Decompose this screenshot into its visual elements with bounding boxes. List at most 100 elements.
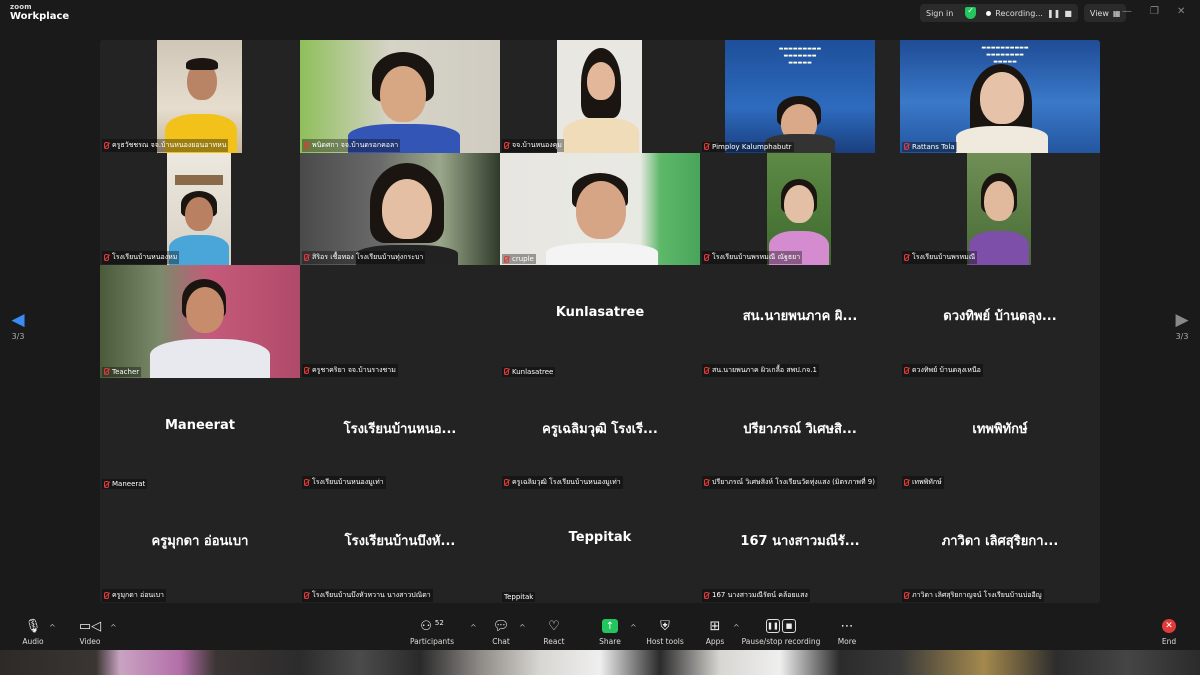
- participant-name: 167 นางสาวมณีรัตน์ คล้อยแสง: [702, 588, 810, 602]
- mic-muted-icon: [304, 141, 309, 149]
- mic-muted-icon: [104, 591, 109, 599]
- left-arrow-icon: ◀: [11, 310, 25, 330]
- logo-line1: zoom: [10, 3, 32, 11]
- participant-video: ▬▬▬▬▬▬▬▬▬ ▬▬▬▬▬▬▬ ▬▬▬▬▬: [725, 40, 875, 153]
- participant-name: Kunlasatree: [502, 366, 556, 377]
- participant-name: โรงเรียนบ้านหนองหม: [102, 251, 180, 265]
- pause-stop-recording-button[interactable]: ❚❚ ■ Pause/stop recording: [741, 617, 821, 646]
- video-label: Video: [79, 637, 101, 646]
- participant-tile[interactable]: โรงเรียนบ้านพรหมณี ณัฐธยา: [700, 152, 900, 266]
- participant-tile[interactable]: เทพพิทักษ์ เทพพิทักษ์: [900, 377, 1100, 491]
- participant-tile[interactable]: ปรียาภรณ์ วิเศษสิ... ปรียาภรณ์ วิเศษสิงห…: [700, 377, 900, 491]
- participant-video: [967, 152, 1031, 266]
- end-x-icon: ✕: [1162, 619, 1176, 633]
- apps-label: Apps: [705, 637, 725, 646]
- participants-icon-wrap: ⚇ 52: [420, 617, 444, 635]
- close-window-icon[interactable]: ✕: [1177, 6, 1185, 17]
- maximize-icon[interactable]: ❐: [1150, 6, 1159, 17]
- participant-name: cruple: [502, 254, 536, 265]
- participant-tile[interactable]: ครูมุกดา อ่อนเบา ครูมุกดา อ่อนเบา: [100, 490, 300, 603]
- participant-display-name: ดวงทิพย์ บ้านดลุง...: [943, 309, 1057, 325]
- chat-label: Chat: [492, 637, 510, 646]
- recording-label[interactable]: Recording...: [995, 9, 1043, 18]
- participant-tile[interactable]: โรงเรียนบ้านพรหมณี: [900, 152, 1100, 266]
- participant-tile[interactable]: Teppitak Teppitak: [500, 490, 700, 603]
- participant-tile[interactable]: ครูชาคริยา จจ.บ้านรางชาม: [300, 265, 500, 378]
- participant-tile[interactable]: 167 นางสาวมณีรั... 167 นางสาวมณีรัตน์ คล…: [700, 490, 900, 603]
- participant-tile[interactable]: Teacher: [100, 265, 300, 378]
- participant-tile[interactable]: Maneerat Maneerat: [100, 377, 300, 491]
- participants-button[interactable]: ⚇ 52 Participants: [402, 617, 462, 647]
- participant-tile[interactable]: ▬▬▬▬▬▬▬▬▬ ▬▬▬▬▬▬▬ ▬▬▬▬▬ Pimploy Kalumphabu…: [700, 40, 900, 153]
- audio-options-chevron-icon[interactable]: ^: [49, 623, 56, 632]
- mic-muted-icon: [104, 480, 109, 488]
- participant-tile[interactable]: Kunlasatree Kunlasatree: [500, 265, 700, 378]
- participant-tile[interactable]: สน.นายพนภาค ผิ... สน.นายพนภาค ผิวเกลื้อ …: [700, 265, 900, 378]
- host-tools-label: Host tools: [646, 637, 684, 646]
- prev-page-button[interactable]: ◀ 3/3: [3, 310, 33, 342]
- participant-video: ▬▬▬▬▬▬▬▬▬▬ ▬▬▬▬▬▬▬▬ ▬▬▬▬▬: [900, 40, 1100, 153]
- participant-name: พนิดศกา จจ.บ้านดรอกคอลา: [302, 138, 401, 152]
- participant-display-name: โรงเรียนบ้านหนอ...: [343, 421, 457, 437]
- share-label: Share: [599, 637, 621, 646]
- participant-tile[interactable]: cruple: [500, 152, 700, 266]
- view-label: View: [1089, 8, 1109, 18]
- apps-options-chevron-icon[interactable]: ^: [733, 623, 740, 632]
- participant-display-name: ครูเฉลิมวุฒิ โรงเรี...: [542, 421, 658, 437]
- participant-display-name: เทพพิทักษ์: [972, 421, 1028, 437]
- participant-tile[interactable]: โรงเรียนบ้านบึงหั... โรงเรียนบ้านบึงหัวห…: [300, 490, 500, 603]
- stop-icon: ■: [782, 619, 796, 633]
- shield-icon: ⛨: [660, 618, 670, 634]
- participant-name: โรงเรียนบ้านหนองมูเท่า: [302, 476, 386, 490]
- participant-tile[interactable]: ดวงทิพย์ บ้านดลุง... ดวงทิพย์ บ้านดลุงเห…: [900, 265, 1100, 378]
- page-indicator: 3/3: [1175, 332, 1189, 341]
- next-page-button[interactable]: ▶ 3/3: [1167, 312, 1197, 342]
- mic-muted-icon: [904, 591, 909, 599]
- stop-recording-icon[interactable]: ■: [1064, 9, 1072, 18]
- participant-name: โรงเรียนบ้านบึงหัวหวาน นางสาวปณิดา: [302, 588, 433, 602]
- participant-name: สิริอร เชื้อทอง โรงเรียนบ้านทุ่งกระบา: [302, 251, 426, 265]
- view-button[interactable]: View ▦: [1083, 4, 1127, 22]
- meeting-controls: 🎙︎ Audio ^ ▭◁ Video ^ ⚇ 52 Participants …: [0, 613, 1200, 650]
- video-options-chevron-icon[interactable]: ^: [110, 623, 117, 632]
- participant-display-name: Teppitak: [568, 530, 632, 546]
- participant-video: [767, 152, 831, 266]
- participant-tile[interactable]: ครูธวัชชรณ จจ.บ้านหนองยอนอาทหน: [100, 40, 300, 153]
- participant-tile[interactable]: ภาวิดา เลิศสุริยกา... ภาวิดา เลิศสุริยกา…: [900, 490, 1100, 603]
- pause-recording-icon[interactable]: ❚❚: [1047, 9, 1060, 18]
- participant-tile[interactable]: พนิดศกา จจ.บ้านดรอกคอลา: [300, 40, 500, 153]
- participant-name: Maneerat: [102, 479, 148, 490]
- participants-icon: ⚇: [420, 618, 432, 634]
- participant-tile[interactable]: โรงเรียนบ้านหนอ... โรงเรียนบ้านหนองมูเท่…: [300, 377, 500, 491]
- microphone-icon: 🎙︎: [24, 618, 42, 634]
- page-indicator: 3/3: [11, 332, 25, 341]
- sign-in-link[interactable]: Sign in: [926, 9, 953, 18]
- mic-muted-icon: [304, 591, 309, 599]
- more-button[interactable]: ⋯ More: [817, 617, 877, 647]
- participant-tile[interactable]: จจ.บ้านหนองคุม: [500, 40, 700, 153]
- participant-video: [157, 40, 242, 153]
- react-button[interactable]: ♡ React: [524, 617, 584, 647]
- mic-muted-icon: [304, 479, 309, 487]
- mic-muted-icon: [904, 254, 909, 262]
- gallery-view: ครูธวัชชรณ จจ.บ้านหนองยอนอาทหน พนิดศกา จ…: [100, 40, 1100, 603]
- participant-display-name: โรงเรียนบ้านบึงหั...: [344, 534, 456, 550]
- participant-name: ครูเฉลิมวุฒิ โรงเรียนบ้านหนองมูเท่า: [502, 476, 623, 490]
- encryption-shield-icon[interactable]: [965, 6, 977, 19]
- chat-bubble-icon: 💬︎: [492, 618, 510, 634]
- participant-video: [300, 40, 500, 153]
- participant-tile[interactable]: ครูเฉลิมวุฒิ โรงเรี... ครูเฉลิมวุฒิ โรงเ…: [500, 377, 700, 491]
- participant-name: โรงเรียนบ้านพรหมณี: [902, 251, 978, 265]
- participant-tile[interactable]: ▬▬▬▬▬▬▬▬▬▬ ▬▬▬▬▬▬▬▬ ▬▬▬▬▬ Rattans Tola: [900, 40, 1100, 153]
- pause-stop-label: Pause/stop recording: [741, 637, 821, 646]
- participant-display-name: Maneerat: [165, 417, 235, 433]
- end-meeting-button[interactable]: ✕ End: [1139, 617, 1199, 646]
- participant-name: สน.นายพนภาค ผิวเกลื้อ สพป.กจ.1: [702, 363, 819, 377]
- participant-name: ครูมุกดา อ่อนเบา: [102, 588, 166, 602]
- participant-tile[interactable]: สิริอร เชื้อทอง โรงเรียนบ้านทุ่งกระบา: [300, 152, 500, 266]
- participant-name: Pimploy Kalumphabutr: [702, 141, 794, 152]
- participants-label: Participants: [409, 637, 455, 646]
- minimize-icon[interactable]: —: [1122, 6, 1132, 17]
- participant-tile[interactable]: โรงเรียนบ้านหนองหม: [100, 152, 300, 266]
- participant-display-name: สน.นายพนภาค ผิ...: [742, 309, 858, 325]
